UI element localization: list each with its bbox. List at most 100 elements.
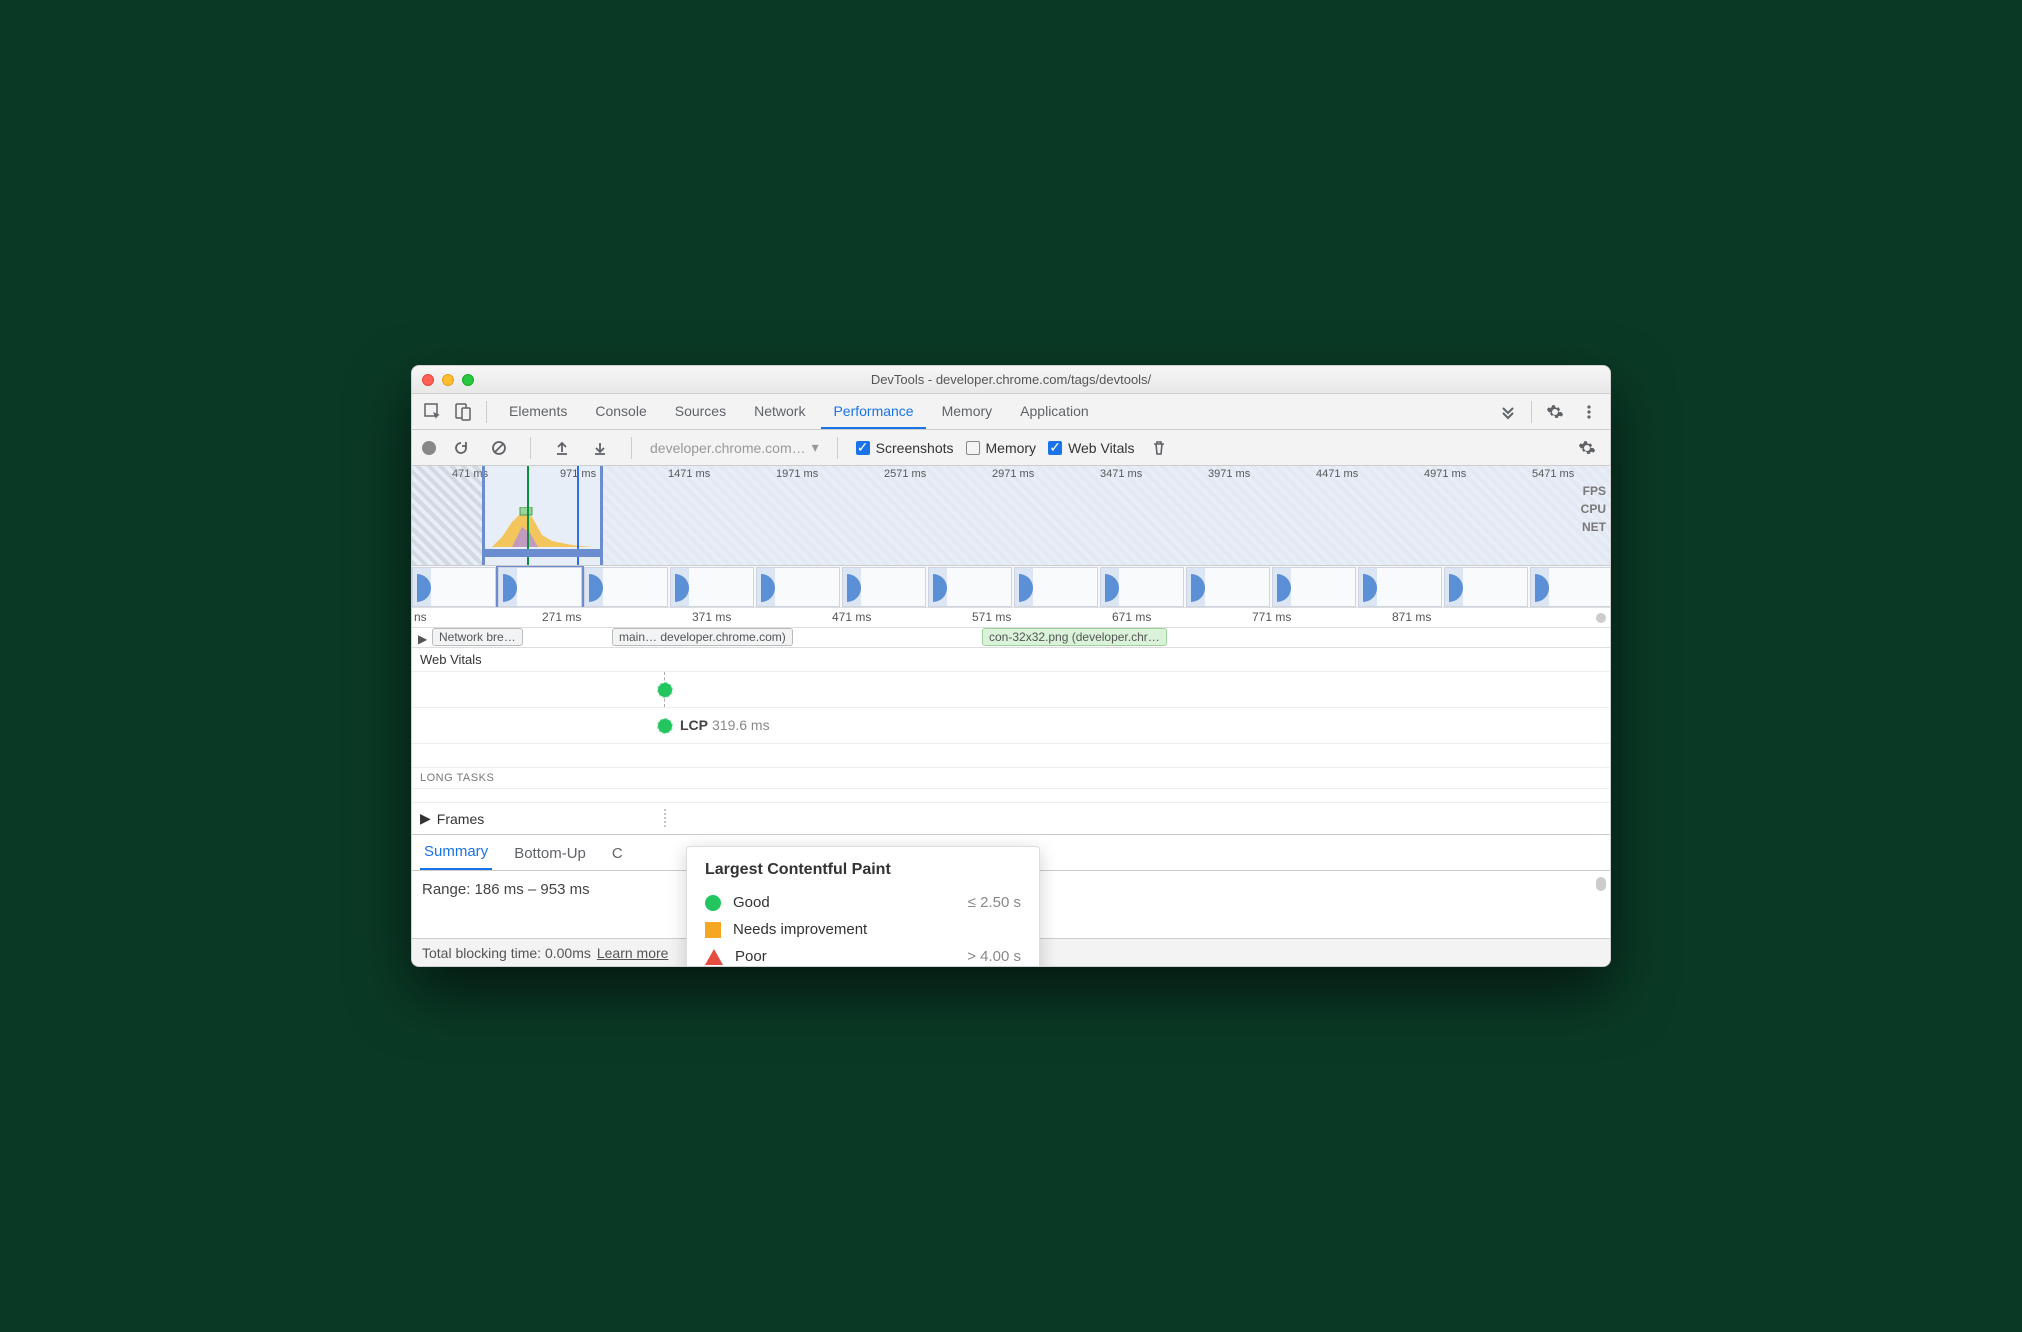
long-tasks-label: LONG TASKS [412,768,1610,789]
screenshot-thumbnail[interactable] [670,567,754,607]
settings-gear-icon[interactable] [1542,399,1568,425]
checkbox-checked-icon: ✓ [1048,441,1062,455]
network-item[interactable]: Network bre… [432,628,523,646]
tab-elements[interactable]: Elements [497,395,579,429]
network-item[interactable]: con-32x32.png (developer.chr… [982,628,1167,646]
tooltip-good-threshold: ≤ 2.50 s [968,894,1021,911]
overview-hidden-right [602,466,1610,565]
overview-range-handle-right[interactable] [600,466,603,565]
tab-call-tree-truncated[interactable]: C [608,837,627,870]
horizontal-scrollbar[interactable] [1596,613,1606,623]
checkbox-unchecked-icon [966,441,980,455]
clear-icon[interactable] [486,435,512,461]
learn-more-link[interactable]: Learn more [597,945,669,961]
tab-sources[interactable]: Sources [663,395,738,429]
more-tabs-icon[interactable] [1495,399,1521,425]
screenshot-thumbnail[interactable] [498,567,582,607]
detail-ruler[interactable]: ns271 ms371 ms471 ms571 ms671 ms771 ms87… [412,608,1610,628]
save-profile-icon[interactable] [587,435,613,461]
screenshot-thumbnail[interactable] [1014,567,1098,607]
screenshot-thumbnail[interactable] [584,567,668,607]
web-vitals-checkbox[interactable]: ✓ Web Vitals [1048,440,1134,456]
web-vitals-lane[interactable] [412,672,1610,708]
load-profile-icon[interactable] [549,435,575,461]
overview-pane[interactable]: 471 ms971 ms1471 ms1971 ms2571 ms2971 ms… [412,466,1610,566]
titlebar: DevTools - developer.chrome.com/tags/dev… [412,366,1610,394]
chevron-down-icon: ▾ [812,439,819,456]
overview-hidden-left [412,466,482,565]
window-title: DevTools - developer.chrome.com/tags/dev… [412,372,1610,387]
screenshot-thumbnail[interactable] [1530,567,1610,607]
long-tasks-lane[interactable] [412,789,1610,803]
tab-summary[interactable]: Summary [420,835,492,870]
screenshots-checkbox[interactable]: ✓ Screenshots [856,440,954,456]
tooltip-poor-threshold: > 4.00 s [967,948,1021,965]
checkbox-checked-icon: ✓ [856,441,870,455]
ruler-tick: 471 ms [832,610,871,624]
inspect-element-icon[interactable] [420,399,446,425]
separator [1531,401,1532,423]
poor-triangle-icon [705,949,723,965]
screenshots-strip[interactable] [412,566,1610,608]
lcp-marker-icon[interactable] [658,683,672,697]
performance-content: 471 ms971 ms1471 ms1971 ms2571 ms2971 ms… [412,466,1610,938]
capture-settings-gear-icon[interactable] [1574,435,1600,461]
tooltip-good-label: Good [733,894,770,911]
trash-icon[interactable] [1146,435,1172,461]
ruler-tick: 671 ms [1112,610,1151,624]
tab-memory[interactable]: Memory [930,395,1005,429]
separator [530,437,531,459]
tab-performance[interactable]: Performance [821,395,925,429]
network-item[interactable]: main… developer.chrome.com) [612,628,793,646]
separator [837,437,838,459]
needs-improvement-square-icon [705,922,721,938]
memory-checkbox[interactable]: Memory [966,440,1037,456]
ruler-tick: 571 ms [972,610,1011,624]
ruler-tick: 371 ms [692,610,731,624]
tooltip-title: Largest Contentful Paint [705,861,1021,879]
performance-toolbar: developer.chrome.com… ▾ ✓ Screenshots Me… [412,430,1610,466]
total-blocking-time: Total blocking time: 0.00ms [422,945,591,961]
tooltip-poor-label: Poor [735,948,767,965]
overview-net-bar [482,549,602,557]
recording-selector[interactable]: developer.chrome.com… ▾ [650,439,819,456]
separator [631,437,632,459]
vertical-scrollbar[interactable] [1596,877,1606,891]
web-vitals-section-label: Web Vitals [412,648,1610,672]
screenshot-thumbnail[interactable] [412,567,496,607]
tab-bottom-up[interactable]: Bottom-Up [510,837,590,870]
reload-record-icon[interactable] [448,435,474,461]
tab-network[interactable]: Network [742,395,817,429]
expand-triangle-icon[interactable]: ▶ [420,810,431,827]
ruler-tick: 271 ms [542,610,581,624]
screenshot-thumbnail[interactable] [1272,567,1356,607]
tooltip-ni-label: Needs improvement [733,921,867,938]
screenshot-thumbnail[interactable] [1444,567,1528,607]
network-strip[interactable]: ▶ Network bre… main… developer.chrome.co… [412,628,1610,648]
screenshot-thumbnail[interactable] [842,567,926,607]
separator [486,401,487,423]
recording-name: developer.chrome.com… [650,440,806,456]
tab-application[interactable]: Application [1008,395,1101,429]
lcp-label: LCP319.6 ms [680,717,770,733]
screenshot-thumbnail[interactable] [1186,567,1270,607]
ruler-tick: 871 ms [1392,610,1431,624]
overview-range-handle-left[interactable] [482,466,485,565]
record-button[interactable] [422,441,436,455]
screenshot-thumbnail[interactable] [928,567,1012,607]
frames-row[interactable]: ▶ Frames [412,803,1610,835]
screenshot-thumbnail[interactable] [1358,567,1442,607]
good-circle-icon [705,895,721,911]
web-vitals-spacer [412,744,1610,768]
kebab-menu-icon[interactable] [1576,399,1602,425]
main-tab-strip: Elements Console Sources Network Perform… [412,394,1610,430]
screenshot-thumbnail[interactable] [1100,567,1184,607]
tab-console[interactable]: Console [583,395,658,429]
screenshot-thumbnail[interactable] [756,567,840,607]
lcp-marker-icon[interactable] [658,719,672,733]
device-toggle-icon[interactable] [450,399,476,425]
lcp-tooltip: Largest Contentful Paint Good ≤ 2.50 s N… [686,846,1040,967]
web-vitals-lcp-lane[interactable]: LCP319.6 ms [412,708,1610,744]
ruler-tick: ns [414,610,427,624]
expand-triangle-icon[interactable]: ▶ [418,632,427,646]
